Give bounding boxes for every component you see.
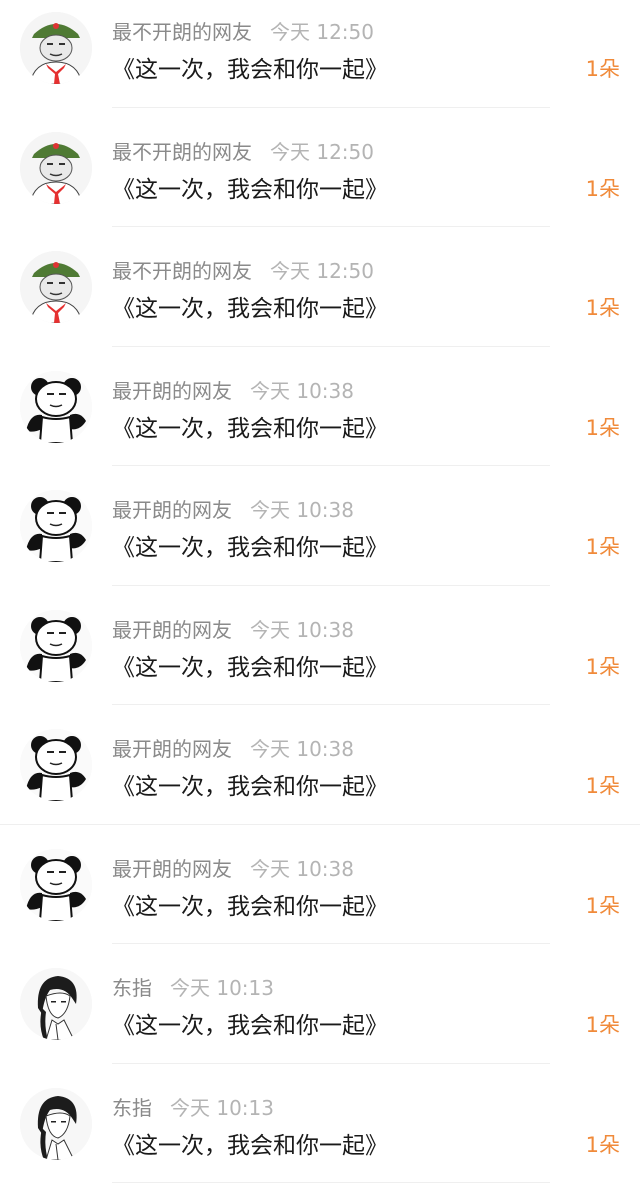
comment-author[interactable]: 东指今天 10:13 [112,972,274,1001]
author-name[interactable]: 最开朗的网友 [112,379,232,403]
comment-text: 《这一次，我会和你一起》 [112,170,388,204]
comment-author[interactable]: 最不开朗的网友今天 12:50 [112,255,374,284]
author-name[interactable]: 东指 [112,976,152,1000]
flower-count: 1朵 [586,1009,620,1039]
row-divider [112,1182,550,1183]
author-name[interactable]: 最不开朗的网友 [112,140,252,164]
comment-text: 《这一次，我会和你一起》 [112,289,388,323]
comment-row: 最不开朗的网友今天 12:50 《这一次，我会和你一起》 1朵 [0,239,640,359]
author-name[interactable]: 最开朗的网友 [112,498,232,522]
comment-text: 《这一次，我会和你一起》 [112,528,388,562]
comment-row: 东指今天 10:13 《这一次，我会和你一起》 1朵 [0,956,640,1076]
row-divider [112,226,550,227]
comment-text: 《这一次，我会和你一起》 [112,767,388,801]
panda-meme-avatar[interactable] [20,490,92,562]
comment-text: 《这一次，我会和你一起》 [112,648,388,682]
author-name[interactable]: 最不开朗的网友 [112,259,252,283]
row-divider [112,1063,550,1064]
flower-count: 1朵 [586,173,620,203]
row-divider [112,585,550,586]
anime-character-avatar[interactable] [20,968,92,1040]
comment-time: 今天 10:38 [250,737,354,761]
panda-meme-avatar[interactable] [20,729,92,801]
comment-text: 《这一次，我会和你一起》 [112,409,388,443]
comment-row: 最开朗的网友今天 10:38 《这一次，我会和你一起》 1朵 [0,717,640,837]
comment-time: 今天 10:13 [170,1096,274,1120]
row-divider [0,824,640,825]
comment-author[interactable]: 最开朗的网友今天 10:38 [112,494,354,523]
flower-count: 1朵 [586,412,620,442]
anime-character-avatar[interactable] [20,1088,92,1160]
comment-text: 《这一次，我会和你一起》 [112,50,388,84]
row-divider [112,704,550,705]
comment-author[interactable]: 最开朗的网友今天 10:38 [112,375,354,404]
row-divider [112,943,550,944]
comment-time: 今天 12:50 [270,20,374,44]
flower-count: 1朵 [586,890,620,920]
author-name[interactable]: 最不开朗的网友 [112,20,252,44]
author-name[interactable]: 东指 [112,1096,152,1120]
comment-text: 《这一次，我会和你一起》 [112,1126,388,1160]
panda-meme-avatar[interactable] [20,849,92,921]
comment-time: 今天 12:50 [270,259,374,283]
comment-time: 今天 12:50 [270,140,374,164]
comment-author[interactable]: 最开朗的网友今天 10:38 [112,853,354,882]
soldier-meme-avatar[interactable] [20,132,92,204]
author-name[interactable]: 最开朗的网友 [112,737,232,761]
flower-count: 1朵 [586,770,620,800]
flower-count: 1朵 [586,651,620,681]
comment-author[interactable]: 最不开朗的网友今天 12:50 [112,16,374,45]
soldier-meme-avatar[interactable] [20,251,92,323]
comment-row: 最开朗的网友今天 10:38 《这一次，我会和你一起》 1朵 [0,837,640,957]
comment-author[interactable]: 最开朗的网友今天 10:38 [112,733,354,762]
comment-list: 最不开朗的网友今天 12:50 《这一次，我会和你一起》 1朵 最不开朗的网友今… [0,0,640,1151]
flower-count: 1朵 [586,1129,620,1159]
comment-time: 今天 10:38 [250,618,354,642]
row-divider [112,107,550,108]
soldier-meme-avatar[interactable] [20,12,92,84]
comment-author[interactable]: 东指今天 10:13 [112,1092,274,1121]
comment-author[interactable]: 最不开朗的网友今天 12:50 [112,136,374,165]
comment-row: 最开朗的网友今天 10:38 《这一次，我会和你一起》 1朵 [0,478,640,598]
author-name[interactable]: 最开朗的网友 [112,618,232,642]
panda-meme-avatar[interactable] [20,371,92,443]
comment-row: 最开朗的网友今天 10:38 《这一次，我会和你一起》 1朵 [0,598,640,718]
comment-time: 今天 10:13 [170,976,274,1000]
comment-time: 今天 10:38 [250,379,354,403]
comment-row: 最不开朗的网友今天 12:50 《这一次，我会和你一起》 1朵 [0,0,640,120]
flower-count: 1朵 [586,531,620,561]
comment-row: 最开朗的网友今天 10:38 《这一次，我会和你一起》 1朵 [0,359,640,479]
comment-row: 最不开朗的网友今天 12:50 《这一次，我会和你一起》 1朵 [0,120,640,240]
flower-count: 1朵 [586,292,620,322]
panda-meme-avatar[interactable] [20,610,92,682]
comment-author[interactable]: 最开朗的网友今天 10:38 [112,614,354,643]
author-name[interactable]: 最开朗的网友 [112,857,232,881]
comment-time: 今天 10:38 [250,498,354,522]
comment-text: 《这一次，我会和你一起》 [112,887,388,921]
row-divider [112,465,550,466]
flower-count: 1朵 [586,53,620,83]
comment-text: 《这一次，我会和你一起》 [112,1006,388,1040]
comment-row: 东指今天 10:13 《这一次，我会和你一起》 1朵 [0,1076,640,1195]
row-divider [112,346,550,347]
comment-time: 今天 10:38 [250,857,354,881]
